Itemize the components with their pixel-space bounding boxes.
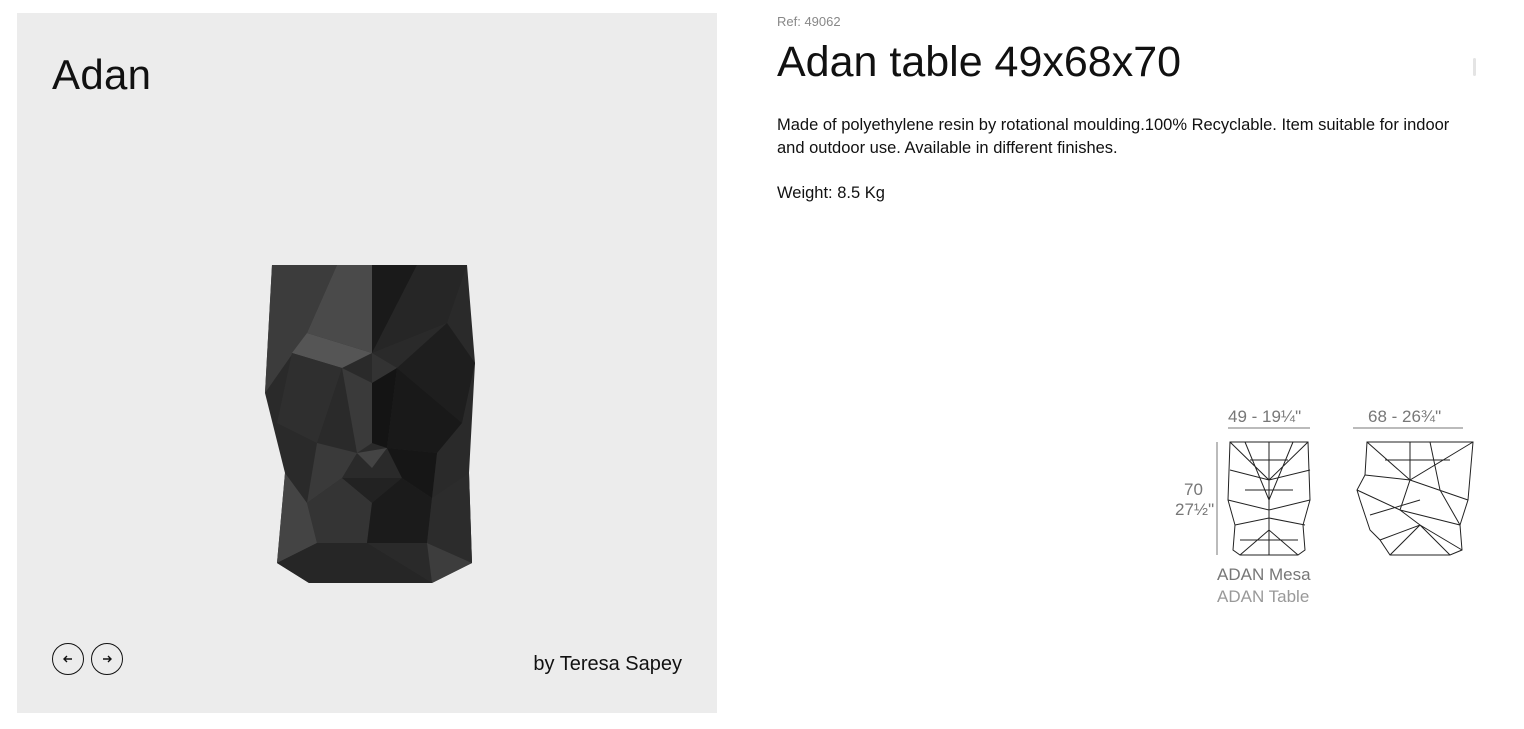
scroll-indicator	[1473, 58, 1476, 76]
depth-dimension-label: 68 - 26¾"	[1368, 407, 1442, 426]
arrow-left-icon	[63, 655, 72, 663]
product-weight: Weight: 8.5 Kg	[777, 184, 885, 202]
product-title: Adan table 49x68x70	[777, 38, 1182, 86]
drawing-caption-spanish: ADAN Mesa	[1217, 565, 1311, 584]
previous-image-button[interactable]	[52, 643, 84, 675]
height-cm-label: 70	[1184, 480, 1203, 499]
designer-credit: by Teresa Sapey	[533, 653, 682, 675]
product-reference: Ref: 49062	[777, 14, 841, 29]
next-image-button[interactable]	[91, 643, 123, 675]
side-view-sketch	[1356, 441, 1474, 556]
width-dimension-label: 49 - 19¼"	[1228, 407, 1302, 426]
product-image-adan-head	[265, 265, 475, 583]
product-gallery: Adan by Teresa Sapey	[17, 13, 717, 713]
arrow-right-icon	[103, 655, 112, 663]
dimensions-drawing: 49 - 19¼" 68 - 26¾" 70 27½" ADAN Mesa AD…	[1170, 400, 1480, 620]
height-inch-label: 27½"	[1175, 500, 1215, 519]
product-description: Made of polyethylene resin by rotational…	[777, 116, 1450, 157]
drawing-caption-english: ADAN Table	[1217, 587, 1310, 606]
collection-title: Adan	[52, 51, 152, 98]
front-view-sketch	[1227, 441, 1311, 556]
